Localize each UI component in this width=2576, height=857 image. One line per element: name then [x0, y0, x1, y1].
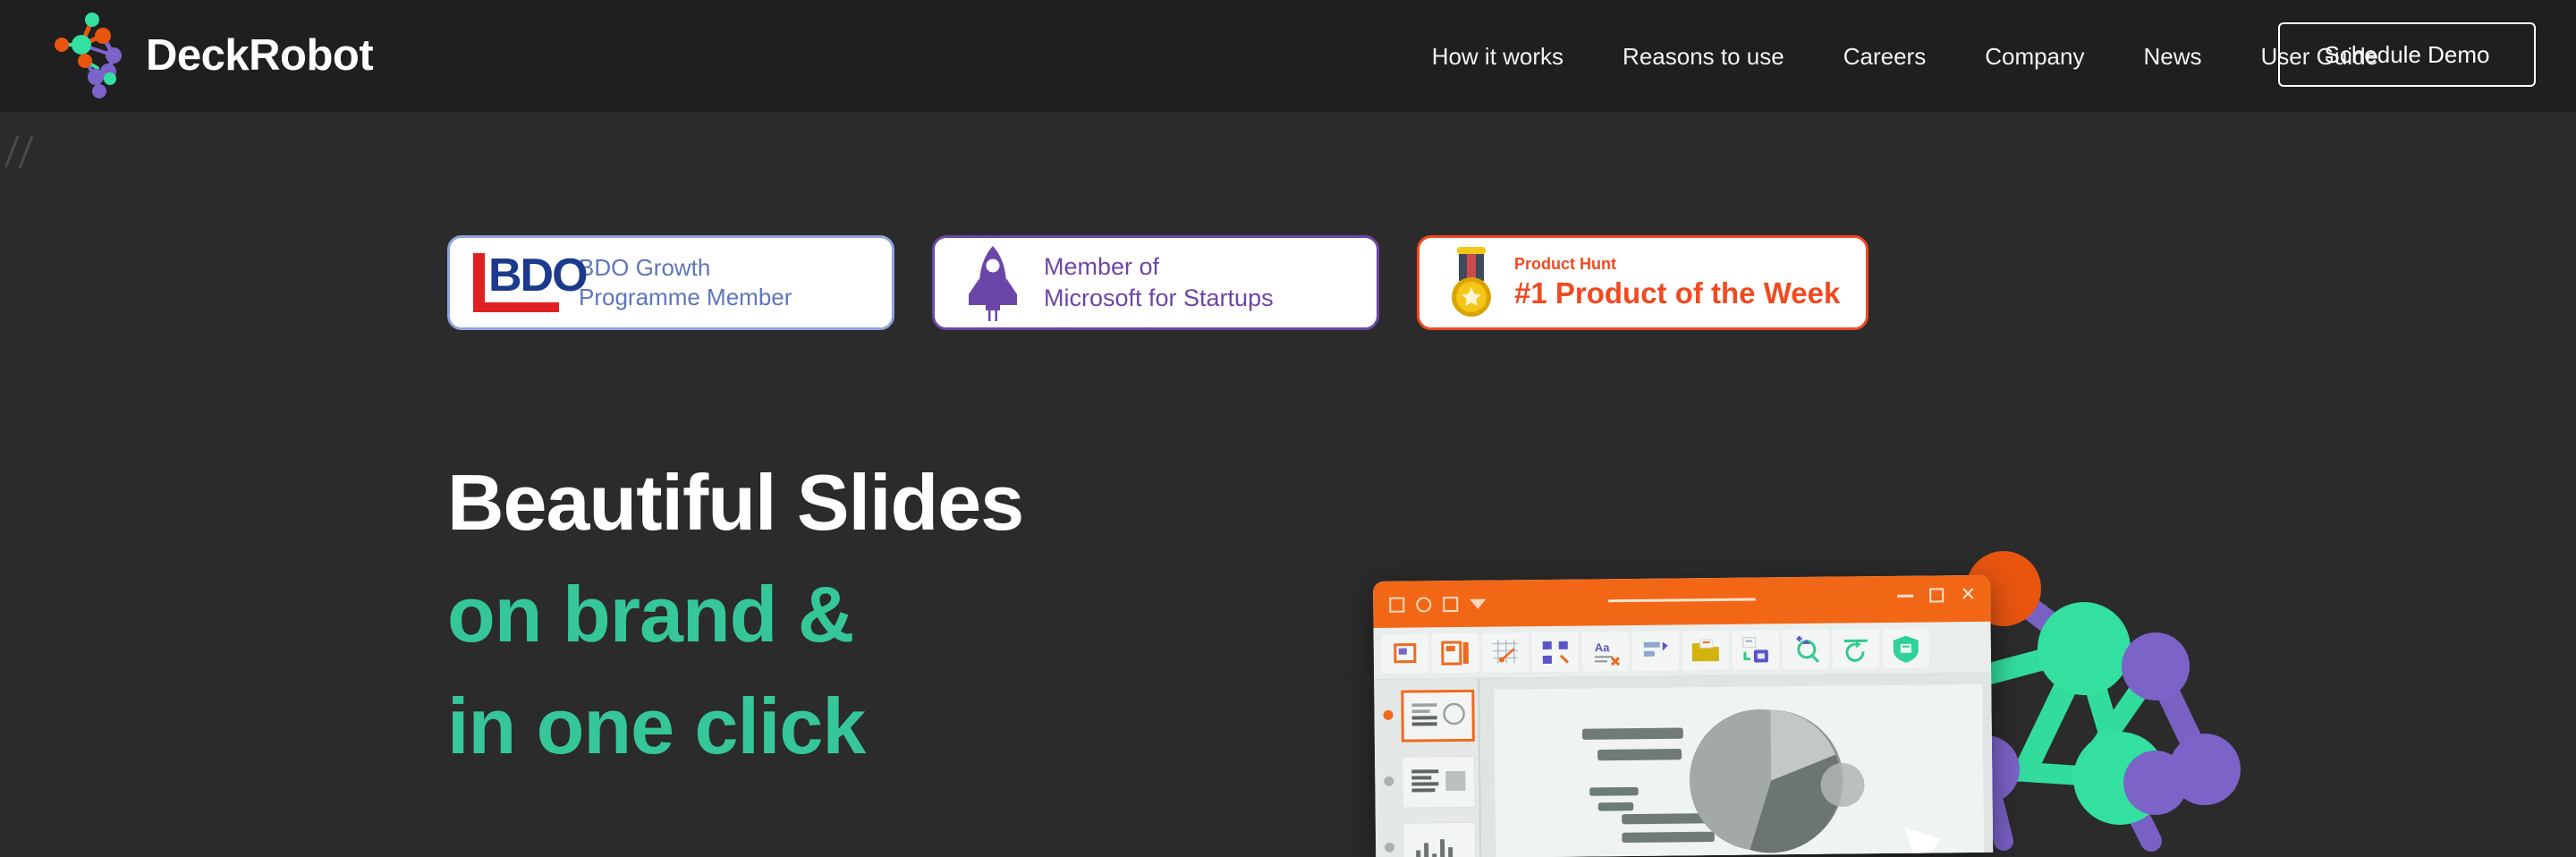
- slide-status-dot: [1383, 709, 1394, 720]
- molecule-logo-icon: [40, 9, 133, 102]
- slide-thumbnail-item[interactable]: [1381, 689, 1479, 742]
- powerpoint-window-mockup: ✕ Aa: [1373, 574, 1994, 857]
- badge-bdo-line2: Programme Member: [579, 284, 792, 310]
- slide-status-dot: [1384, 776, 1394, 786]
- toolbar-icon-align-grid[interactable]: [1481, 632, 1530, 673]
- toolbar-icon-brand-deck[interactable]: [1431, 632, 1479, 673]
- toolbar-icon-folder[interactable]: [1682, 630, 1730, 670]
- brand-name: DeckRobot: [146, 30, 374, 80]
- ribbon-toolbar: Aa: [1373, 621, 1992, 680]
- toolbar-icon-arrange-shapes[interactable]: [1531, 632, 1580, 672]
- square-icon[interactable]: [1389, 597, 1405, 613]
- bdo-logo-icon: BDO: [473, 251, 589, 312]
- award-badges: BDO BDO Growth Programme Member Member o…: [447, 235, 1868, 330]
- badge-microsoft-for-startups[interactable]: Member of Microsoft for Startups: [932, 235, 1379, 330]
- nav-item-news[interactable]: News: [2114, 45, 2231, 68]
- dropdown-triangle-icon[interactable]: [1470, 598, 1487, 609]
- medal-icon: [1446, 245, 1496, 320]
- slide-thumbnail-item[interactable]: [1383, 821, 1480, 857]
- headline-line-1: Beautiful Slides: [447, 458, 1024, 547]
- circle-icon[interactable]: [1416, 596, 1432, 612]
- rocket-icon: [965, 244, 1021, 321]
- badge-ms-line1: Member of: [1044, 252, 1160, 280]
- headline-line-3: in one click: [447, 681, 866, 770]
- slide-thumbnail-3[interactable]: [1402, 821, 1477, 857]
- main-navigation: How it works Reasons to use Careers Comp…: [1402, 0, 2408, 112]
- toolbar-icon-format-slide[interactable]: [1381, 632, 1429, 674]
- maximize-icon[interactable]: [1929, 588, 1945, 603]
- close-icon[interactable]: ✕: [1960, 584, 1976, 605]
- nav-item-how-it-works[interactable]: How it works: [1402, 45, 1593, 68]
- slide-thumbnail-2[interactable]: [1402, 755, 1476, 809]
- nav-item-reasons-to-use[interactable]: Reasons to use: [1593, 45, 1814, 68]
- bdo-logo-text: BDO: [488, 250, 589, 301]
- toolbar-icon-duplicate-slide[interactable]: [1732, 629, 1780, 670]
- window-body: [1374, 673, 1994, 857]
- decorative-slashes: [4, 132, 59, 186]
- slide-thumbnail-1[interactable]: [1401, 689, 1475, 742]
- headline-line-2: on brand &: [447, 569, 854, 658]
- svg-text:Aa: Aa: [1595, 641, 1611, 654]
- toolbar-icon-shield-check[interactable]: [1882, 627, 1930, 668]
- nav-item-careers[interactable]: Careers: [1814, 45, 1955, 68]
- slide-canvas[interactable]: [1479, 673, 1994, 857]
- title-placeholder-bar: [1607, 598, 1756, 603]
- slide-thumbnail-panel: [1374, 678, 1482, 857]
- schedule-demo-button[interactable]: Schedule Demo: [2278, 22, 2536, 87]
- site-header: DeckRobot How it works Reasons to use Ca…: [0, 0, 2576, 112]
- toolbar-icon-layout[interactable]: [1631, 630, 1680, 671]
- hero-headline: Beautiful Slides on brand & in one click: [447, 447, 1024, 783]
- slide-thumbnail-item[interactable]: [1382, 755, 1479, 809]
- badge-ph-line1: Product Hunt: [1514, 255, 1616, 274]
- brand-logo-link[interactable]: DeckRobot: [40, 7, 374, 104]
- window-title-bar: ✕: [1373, 574, 1991, 628]
- toolbar-icon-text-format[interactable]: Aa: [1581, 631, 1630, 672]
- slide-status-dot: [1385, 842, 1395, 853]
- hero-illustration: ✕ Aa: [1342, 501, 2576, 857]
- toolbar-icon-search[interactable]: [1782, 629, 1830, 669]
- minimize-icon[interactable]: [1897, 594, 1914, 598]
- badge-product-hunt[interactable]: Product Hunt #1 Product of the Week: [1417, 235, 1868, 330]
- badge-ms-label: Member of Microsoft for Startups: [1044, 251, 1274, 314]
- landing-page: DeckRobot How it works Reasons to use Ca…: [0, 0, 2576, 857]
- badge-bdo[interactable]: BDO BDO Growth Programme Member: [447, 235, 894, 330]
- nav-item-company[interactable]: Company: [1955, 45, 2114, 68]
- badge-ph-line2: #1 Product of the Week: [1514, 276, 1841, 310]
- badge-ph-label: Product Hunt #1 Product of the Week: [1514, 253, 1840, 311]
- square-icon[interactable]: [1443, 596, 1459, 612]
- toolbar-icon-refresh[interactable]: [1832, 628, 1880, 669]
- badge-bdo-line1: BDO Growth: [579, 253, 711, 281]
- badge-ms-line2: Microsoft for Startups: [1044, 284, 1274, 311]
- badge-bdo-label: BDO Growth Programme Member: [579, 253, 792, 313]
